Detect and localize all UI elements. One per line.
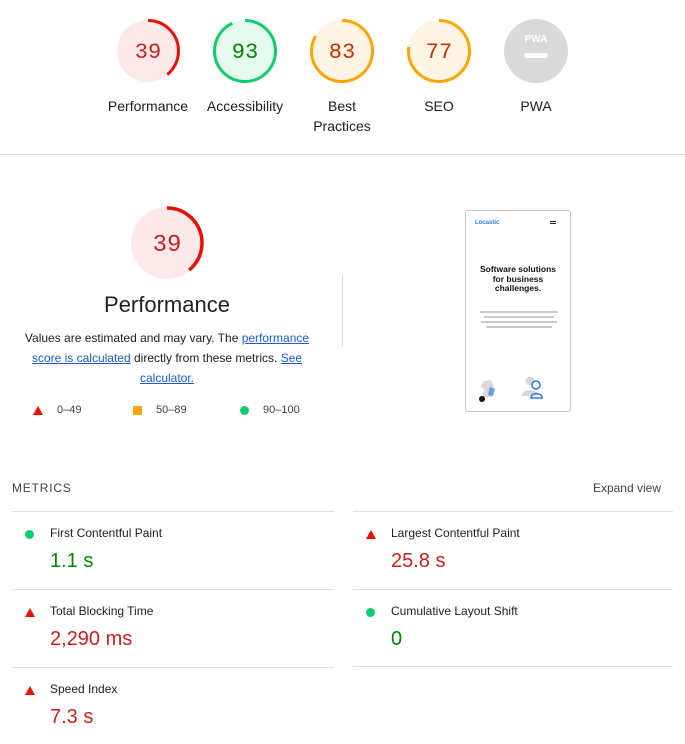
performance-title: Performance — [104, 292, 230, 317]
metric-value: 1.1 s — [50, 550, 94, 572]
gauge-accessibility-ring: 93 — [213, 19, 277, 83]
gauge-label: PWA — [520, 98, 552, 114]
score-gauges: 39 Performance 93 Accessibility 83 Best … — [0, 0, 685, 155]
text-line — [480, 311, 558, 313]
metric-title: Total Blocking Time — [50, 604, 154, 618]
performance-score: 39 — [153, 232, 182, 259]
gauge-label: Performance — [107, 98, 189, 114]
metric-first-contentful-paint: First Contentful Paint 1.1 s — [12, 512, 312, 589]
fail-triangle-icon — [366, 530, 376, 539]
fail-triangle-icon — [25, 686, 35, 695]
gauge-best-practices[interactable]: 83 Best Practices — [292, 18, 392, 136]
gauge-label: Best Practices — [313, 98, 371, 134]
legend-fail: 0–49 — [33, 404, 81, 416]
gauge-accessibility[interactable]: 93 Accessibility — [195, 18, 295, 116]
metric-title: Speed Index — [50, 682, 118, 696]
metric-divider — [353, 666, 673, 667]
gauge-score: 83 — [329, 40, 355, 65]
chess-knight-icon — [479, 380, 495, 402]
pass-circle-icon — [366, 608, 375, 617]
gauge-pwa[interactable]: PWA PWA — [486, 18, 586, 116]
metric-value: 0 — [391, 628, 403, 650]
legend-pass: 90–100 — [240, 404, 300, 416]
score-legend: 0–49 50–89 90–100 — [0, 404, 334, 422]
metric-title: Largest Contentful Paint — [391, 526, 520, 540]
pass-circle-icon — [240, 405, 249, 415]
site-logo: Locastic — [475, 220, 500, 226]
gauge-score: 77 — [426, 40, 452, 65]
text-line — [481, 321, 557, 323]
site-headline: Software solutions for business challeng… — [479, 264, 557, 293]
metrics-header: METRICS — [12, 481, 72, 495]
gauge-performance[interactable]: 39 Performance — [98, 18, 198, 116]
average-square-icon — [133, 405, 142, 415]
fail-triangle-icon — [33, 405, 43, 415]
legend-range: 90–100 — [263, 404, 300, 416]
gauge-best-practices-ring: 83 — [310, 19, 374, 83]
metric-value: 7.3 s — [50, 706, 94, 728]
pwa-badge-icon: PWA — [504, 19, 568, 83]
metric-cumulative-layout-shift: Cumulative Layout Shift 0 — [353, 590, 653, 667]
fail-triangle-icon — [25, 608, 35, 617]
metric-title: Cumulative Layout Shift — [391, 604, 518, 618]
gauge-performance-ring: 39 — [116, 19, 180, 83]
performance-description: Values are estimated and may vary. The p… — [20, 328, 314, 388]
legend-average: 50–89 — [133, 404, 187, 416]
person-icon — [522, 376, 543, 399]
gauge-label: SEO — [424, 98, 454, 114]
gauge-score: 39 — [135, 40, 161, 65]
legend-range: 50–89 — [156, 404, 187, 416]
hamburger-menu-icon — [550, 221, 556, 224]
metric-largest-contentful-paint: Largest Contentful Paint 25.8 s — [353, 512, 653, 589]
expand-view-toggle[interactable]: Expand view — [593, 481, 661, 495]
legend-range: 0–49 — [57, 404, 82, 416]
desc-text: directly from these metrics. — [130, 351, 281, 365]
metric-value: 25.8 s — [391, 550, 446, 572]
gauge-seo-ring: 77 — [407, 19, 471, 83]
final-screenshot[interactable]: Locastic Software solutions for business… — [465, 210, 571, 412]
text-line — [484, 316, 554, 318]
vertical-divider — [342, 275, 343, 347]
gauge-seo[interactable]: 77 SEO — [389, 18, 489, 116]
metric-speed-index: Speed Index 7.3 s — [12, 668, 312, 744]
gauge-score: 93 — [232, 40, 258, 65]
text-line — [486, 326, 552, 328]
metric-title: First Contentful Paint — [50, 526, 163, 540]
performance-ring: 39 — [130, 206, 204, 280]
desc-text: Values are estimated and may vary. The — [24, 331, 242, 345]
performance-gauge: 39 — [129, 205, 205, 286]
pass-circle-icon — [25, 530, 34, 539]
metric-value: 2,290 ms — [50, 628, 133, 650]
gauge-label: Accessibility — [206, 98, 284, 114]
metric-total-blocking-time: Total Blocking Time 2,290 ms — [12, 590, 312, 667]
pwa-badge-text: PWA — [525, 34, 548, 45]
